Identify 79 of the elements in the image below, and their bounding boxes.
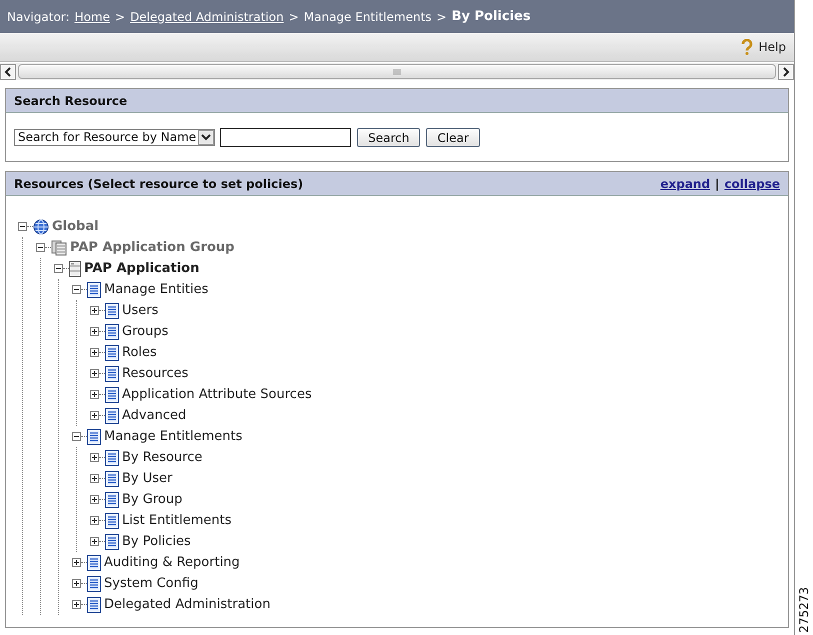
- expand-toggle[interactable]: [72, 600, 81, 609]
- document-icon: [105, 344, 119, 360]
- expand-toggle[interactable]: [90, 411, 99, 420]
- tree-item[interactable]: Application Attribute Sources: [122, 384, 312, 404]
- help-link[interactable]: Help: [758, 38, 786, 56]
- document-icon: [105, 534, 119, 550]
- link-separator: |: [715, 176, 720, 192]
- expand-toggle[interactable]: [90, 516, 99, 525]
- document-icon: [87, 554, 101, 570]
- expand-toggle[interactable]: [72, 558, 81, 567]
- collapse-toggle[interactable]: [36, 243, 45, 252]
- document-icon: [87, 282, 101, 298]
- globe-icon: [33, 218, 49, 234]
- tree-item[interactable]: Delegated Administration: [104, 594, 270, 614]
- scrollbar-thumb[interactable]: [18, 64, 776, 79]
- scroll-left-icon[interactable]: [0, 64, 16, 80]
- tree-item[interactable]: Users: [122, 300, 158, 320]
- document-icon: [105, 302, 119, 318]
- document-icon: [105, 492, 119, 508]
- document-icon: [105, 386, 119, 402]
- tree-item[interactable]: System Config: [104, 574, 198, 594]
- breadcrumb-separator: >: [288, 8, 299, 26]
- breadcrumb-separator: >: [436, 8, 447, 26]
- horizontal-scrollbar[interactable]: [0, 63, 794, 80]
- expand-toggle[interactable]: [90, 474, 99, 483]
- navigator-label: Navigator:: [7, 8, 70, 26]
- document-icon: [87, 596, 101, 612]
- breadcrumb-item: Manage Entitlements: [304, 8, 432, 26]
- collapse-link[interactable]: collapse: [724, 174, 780, 192]
- search-type-select[interactable]: Search for Resource by Name: [14, 128, 216, 146]
- tree-item[interactable]: Global: [52, 216, 99, 236]
- expand-toggle[interactable]: [90, 306, 99, 315]
- tree-item[interactable]: Groups: [122, 322, 168, 342]
- tree-item[interactable]: By User: [122, 468, 172, 488]
- expand-toggle[interactable]: [90, 327, 99, 336]
- collapse-toggle[interactable]: [72, 285, 81, 294]
- document-icon: [105, 324, 119, 340]
- collapse-toggle[interactable]: [18, 222, 27, 231]
- expand-toggle[interactable]: [90, 369, 99, 378]
- document-icon: [105, 450, 119, 466]
- expand-link[interactable]: expand: [660, 174, 710, 192]
- tree-item[interactable]: By Resource: [122, 448, 202, 468]
- document-icon: [105, 366, 119, 382]
- tree-item[interactable]: By Group: [122, 490, 182, 510]
- tree-item[interactable]: Resources: [122, 364, 188, 384]
- tree-item[interactable]: PAP Application Group: [70, 238, 234, 258]
- breadcrumb-current: By Policies: [452, 8, 531, 26]
- tree-item[interactable]: Advanced: [122, 406, 186, 426]
- collapse-toggle[interactable]: [54, 264, 63, 273]
- document-icon: [105, 512, 119, 528]
- breadcrumb-link[interactable]: Delegated Administration: [130, 8, 284, 26]
- expand-toggle[interactable]: [90, 495, 99, 504]
- scroll-right-icon[interactable]: [778, 64, 794, 80]
- collapse-toggle[interactable]: [72, 432, 81, 441]
- search-button[interactable]: Search: [357, 128, 420, 146]
- document-icon: [105, 470, 119, 486]
- tree-item[interactable]: List Entitlements: [122, 510, 232, 530]
- clear-button[interactable]: Clear: [426, 128, 480, 146]
- expand-toggle[interactable]: [90, 537, 99, 546]
- expand-toggle[interactable]: [90, 390, 99, 399]
- figure-number: 275273: [796, 587, 812, 633]
- search-field[interactable]: [220, 128, 352, 146]
- document-icon: [87, 428, 101, 444]
- expand-toggle[interactable]: [72, 579, 81, 588]
- tree-item[interactable]: Manage Entities: [104, 280, 208, 300]
- tree-item[interactable]: Manage Entitlements: [104, 426, 242, 446]
- panel-title: Search Resource: [14, 92, 128, 110]
- tree-item[interactable]: By Policies: [122, 532, 191, 552]
- breadcrumb-separator: >: [115, 8, 126, 26]
- expand-toggle[interactable]: [90, 453, 99, 462]
- grip-icon: [393, 68, 401, 74]
- tree-item[interactable]: PAP Application: [84, 258, 200, 278]
- document-icon: [105, 408, 119, 424]
- expand-toggle[interactable]: [90, 348, 99, 357]
- document-icon: [87, 576, 101, 592]
- tree-item[interactable]: Auditing & Reporting: [104, 552, 240, 572]
- tree-item[interactable]: Roles: [122, 342, 157, 362]
- panel-title: Resources (Select resource to set policies): [14, 176, 304, 192]
- breadcrumb-link[interactable]: Home: [74, 8, 110, 26]
